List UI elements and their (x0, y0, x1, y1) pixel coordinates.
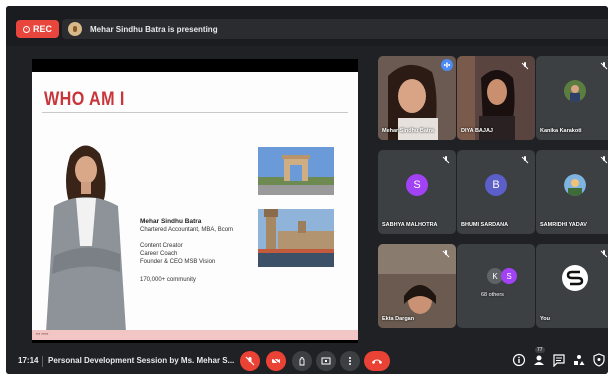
record-icon (23, 25, 30, 33)
participant-tile-diya[interactable]: DIYA BAJAJ (457, 56, 535, 140)
presenter-hand-icon (68, 22, 82, 36)
self-logo-icon (562, 265, 588, 291)
mic-muted-icon (600, 156, 608, 164)
participant-tile-mehar[interactable]: Mehar Sindhu Batra (378, 56, 456, 140)
slide-line-credentials: Chartered Accountant, MBA, Bcom (140, 227, 234, 233)
presentation-slide: WHO AM I Mehar Sindhu Batra Chartered Ac… (32, 72, 358, 340)
participant-name: Ekta Dargan (382, 316, 415, 322)
mic-muted-icon (442, 250, 450, 258)
divider (42, 356, 43, 367)
mic-off-icon (245, 356, 255, 366)
hand-icon (299, 357, 305, 366)
activities-icon[interactable] (572, 353, 586, 367)
slide-presenter-name: Mehar Sindhu Batra (140, 218, 202, 225)
participant-name: SAMRIDHI YADAV (540, 222, 587, 228)
bottom-bar: 17:14 Personal Development Session by Ms… (6, 347, 608, 374)
recording-label: REC (33, 24, 53, 34)
present-icon (321, 357, 331, 365)
clock: 17:14 (18, 356, 39, 365)
end-call-icon (372, 359, 382, 364)
speaking-indicator-icon (441, 59, 453, 71)
slide-divider (42, 112, 348, 113)
slide-line-founder: Founder & CEO MSB Vision (140, 259, 216, 265)
participant-name: You (540, 316, 550, 322)
chat-icon[interactable] (552, 353, 566, 367)
slide-line-community: 170,000+ community (140, 277, 196, 283)
raise-hand-button[interactable] (292, 351, 312, 371)
slide-title: WHO AM I (44, 89, 125, 110)
mic-toggle-button[interactable] (240, 351, 260, 371)
camera-off-icon (271, 356, 281, 366)
leave-call-button[interactable] (364, 351, 390, 371)
meeting-title: Personal Development Session by Ms. Meha… (48, 356, 235, 365)
info-icon[interactable] (512, 353, 526, 367)
top-bar: REC Mehar Sindhu Batra is presenting (6, 6, 608, 46)
presenting-banner: Mehar Sindhu Batra is presenting (62, 19, 608, 39)
host-controls-icon[interactable] (592, 353, 606, 367)
slide-footer-mark: ▪▪▪ ▪▪▪▪▪ (36, 331, 49, 336)
participant-tile-you[interactable]: You (536, 244, 608, 328)
participant-tile-samridhi[interactable]: SAMRIDHI YADAV (536, 150, 608, 234)
avatar (564, 80, 586, 102)
avatar: B (485, 174, 507, 196)
participant-tile-kanika[interactable]: Kanika Karakoti (536, 56, 608, 140)
shared-screen[interactable]: WHO AM I Mehar Sindhu Batra Chartered Ac… (32, 59, 358, 343)
avatar-others-s: S (501, 268, 517, 284)
participant-name: Kanika Karakoti (540, 128, 582, 134)
mic-muted-icon (521, 62, 529, 70)
slide-footer-bar: ▪▪▪ ▪▪▪▪▪ (32, 330, 358, 340)
recording-badge[interactable]: REC (16, 20, 60, 38)
avatar (564, 174, 586, 196)
participant-tile-bhumi[interactable]: B BHUMI SARDANA (457, 150, 535, 234)
participant-name: SABHYA MALHOTRA (382, 222, 438, 228)
present-screen-button[interactable] (316, 351, 336, 371)
presenter-photo (46, 145, 126, 332)
avatar: S (406, 174, 428, 196)
mic-muted-icon (600, 62, 608, 70)
slide-line-career-coach: Career Coach (140, 251, 178, 257)
mic-muted-icon (442, 156, 450, 164)
participant-tile-sabhya[interactable]: S SABHYA MALHOTRA (378, 150, 456, 234)
presenting-text: Mehar Sindhu Batra is presenting (90, 24, 218, 34)
india-gate-image (258, 147, 334, 195)
participant-name: BHUMI SARDANA (461, 222, 509, 228)
more-options-button[interactable] (340, 351, 360, 371)
people-icon[interactable] (532, 353, 546, 367)
more-vert-icon (349, 357, 351, 365)
participant-name: Mehar Sindhu Batra (382, 128, 434, 134)
london-image (258, 209, 334, 267)
participant-tile-others[interactable]: K S 68 others (457, 244, 535, 328)
meeting-window: REC Mehar Sindhu Batra is presenting WHO… (6, 6, 608, 374)
mic-muted-icon (600, 250, 608, 258)
others-count-label: 68 others (481, 292, 504, 298)
camera-toggle-button[interactable] (266, 351, 286, 371)
participant-tile-ekta[interactable]: Ekta Dargan (378, 244, 456, 328)
mic-muted-icon (521, 156, 529, 164)
participant-name: DIYA BAJAJ (461, 128, 493, 134)
people-count-badge: 77 (535, 347, 545, 353)
slide-line-content-creator: Content Creator (140, 243, 183, 249)
